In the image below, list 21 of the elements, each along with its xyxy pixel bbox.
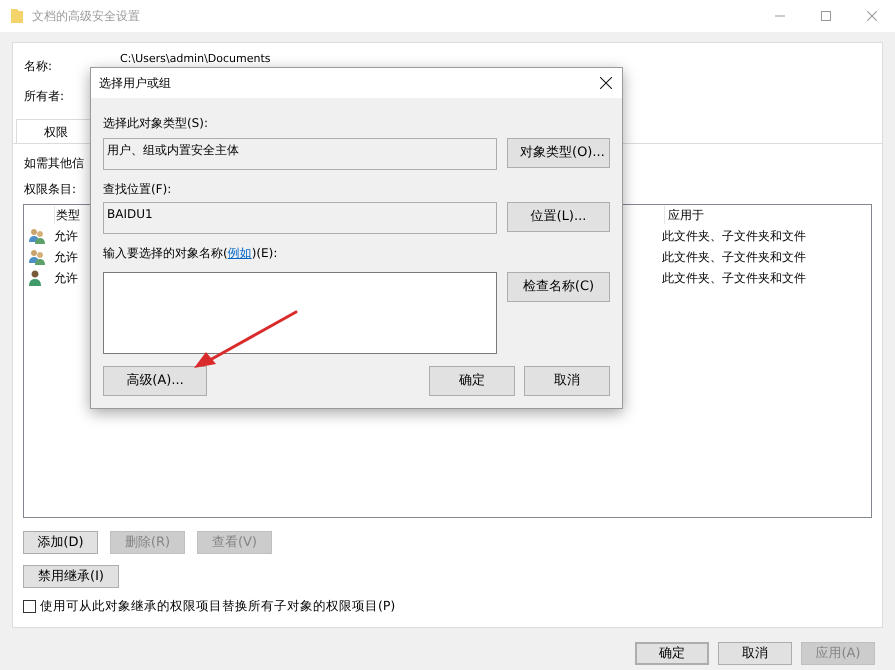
table-cell-text: 允许 <box>54 270 78 286</box>
field-label: 选择此对象类型(S): <box>103 115 210 132</box>
window-title: 文档的高级安全设置 <box>32 8 140 25</box>
table-cell-text: 允许 <box>54 248 78 266</box>
name-label: 名称: <box>24 58 54 75</box>
location-field: BAIDU1 <box>103 202 497 234</box>
field-label: 输入要选择的对象名称( <box>103 245 228 262</box>
table-cell-text: 此文件夹、子文件夹和文件 <box>662 270 806 286</box>
column-header: 应用于 <box>664 206 704 224</box>
field-label: )(E): <box>252 245 278 262</box>
dialog-title: 选择用户或组 <box>99 75 171 92</box>
owner-label: 所有者: <box>24 88 64 105</box>
table-cell-text: 允许 <box>54 228 78 244</box>
entries-label: 权限条目: <box>24 181 76 198</box>
field-label: 查找位置(F): <box>103 181 172 198</box>
table-cell-text: 此文件夹、子文件夹和文件 <box>662 228 806 244</box>
checkbox-label: 使用可从此对象继承的权限项目替换所有子对象的权限项目(P) <box>40 597 396 615</box>
path-text: C:\Users\admin\Documents <box>120 51 270 67</box>
table-cell-text: 此文件夹、子文件夹和文件 <box>662 248 806 266</box>
info-text: 如需其他信 <box>24 155 84 172</box>
object-type-field: 用户、组或内置安全主体 <box>103 138 497 170</box>
